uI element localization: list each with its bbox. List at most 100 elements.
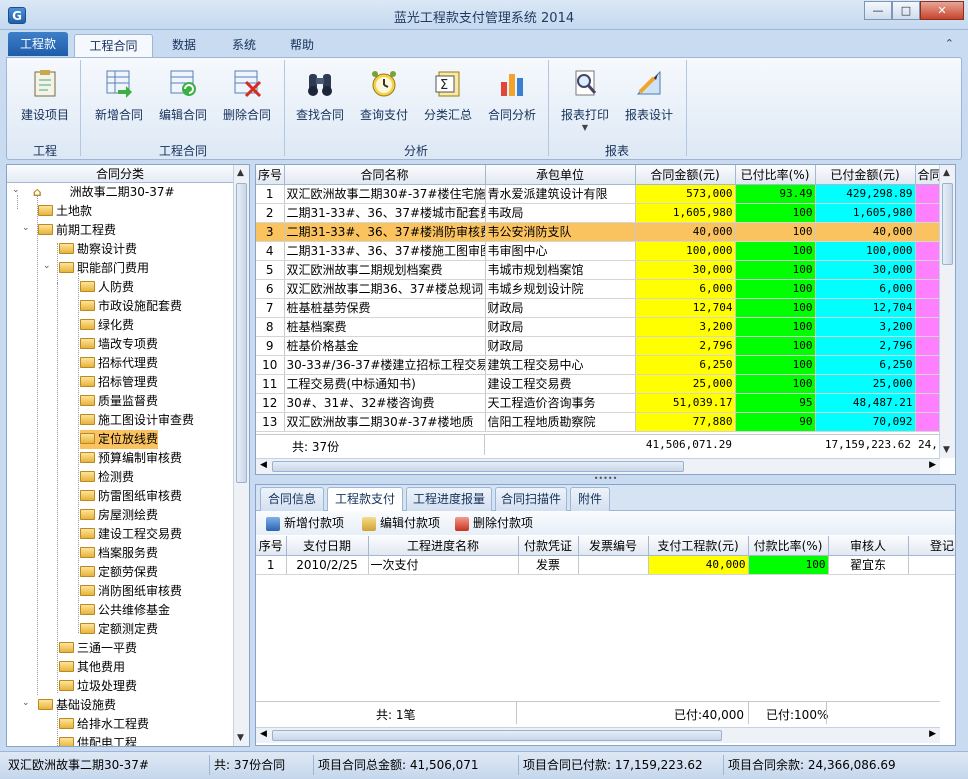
tree-node[interactable]: 基础设施费 bbox=[38, 696, 116, 715]
table-row[interactable]: 5 双汇欧洲故事二期规划档案费 韦城市规划档案馆 30,000 100 30,000 bbox=[256, 260, 941, 280]
table-cell[interactable]: 6,250 bbox=[815, 355, 916, 375]
tree-node[interactable]: 定额测定费 bbox=[80, 620, 158, 639]
tree-node[interactable]: 档案服务费 bbox=[80, 544, 158, 563]
table-cell[interactable]: 77,880 bbox=[635, 412, 736, 432]
table-cell[interactable]: 1,605,980 bbox=[815, 203, 916, 223]
column-header[interactable]: 审核人 bbox=[828, 536, 909, 556]
payments-h-scrollbar[interactable]: ◀ ▶ bbox=[256, 727, 940, 743]
tree-node[interactable]: 招标管理费 bbox=[80, 373, 158, 392]
table-row[interactable]: 1 2010/2/25 一次支付 发票 40,000 100 翟宜东 bbox=[256, 555, 955, 575]
table-cell[interactable] bbox=[915, 355, 941, 375]
delete-payment-button[interactable]: 删除付款项 bbox=[455, 514, 533, 532]
tab-scan[interactable]: 合同扫描件 bbox=[495, 487, 567, 511]
report-design-button[interactable]: 报表设计 bbox=[617, 64, 681, 134]
table-cell[interactable]: 翟宜东 bbox=[828, 555, 909, 575]
table-cell[interactable] bbox=[915, 374, 941, 394]
column-header[interactable]: 已付比率(%) bbox=[735, 165, 816, 185]
table-cell[interactable]: 二期31-33#、36、37#楼城市配套费 bbox=[284, 203, 486, 223]
column-header[interactable]: 已付金额(元) bbox=[815, 165, 916, 185]
column-header[interactable]: 付款凭证 bbox=[518, 536, 579, 556]
tree-node[interactable]: 质量监督费 bbox=[80, 392, 158, 411]
table-cell[interactable]: 韦城乡规划设计院 bbox=[485, 279, 636, 299]
table-cell[interactable]: 100 bbox=[735, 298, 816, 318]
column-header[interactable]: 支付工程款(元) bbox=[648, 536, 749, 556]
tree-node[interactable]: 预算编制审核费 bbox=[80, 449, 182, 468]
tree-node[interactable]: 消防图纸审核费 bbox=[80, 582, 182, 601]
grid-h-scrollbar[interactable]: ◀ ▶ bbox=[256, 458, 940, 474]
column-header[interactable]: 支付日期 bbox=[286, 536, 369, 556]
delete-contract-button[interactable]: 删除合同 bbox=[215, 64, 279, 134]
table-cell[interactable]: 2010/2/25 bbox=[286, 555, 369, 575]
table-cell[interactable]: 40,000 bbox=[635, 222, 736, 242]
table-cell[interactable]: 二期31-33#、36、37#楼施工图审图 bbox=[284, 241, 486, 261]
tree-node[interactable]: 建设工程交易费 bbox=[80, 525, 182, 544]
table-cell[interactable]: 25,000 bbox=[815, 374, 916, 394]
table-cell[interactable]: 48,487.21 bbox=[815, 393, 916, 413]
table-cell[interactable]: 100 bbox=[735, 203, 816, 223]
table-row[interactable]: 13 双汇欧洲故事二期30#-37#楼地质 信阳工程地质勘察院 77,880 90 70,… bbox=[256, 412, 941, 432]
table-cell[interactable]: 12,704 bbox=[635, 298, 736, 318]
tree-node[interactable]: 定位放线费 bbox=[80, 430, 159, 449]
tree-node[interactable]: 土地款 bbox=[38, 202, 92, 221]
table-cell[interactable]: 1 bbox=[256, 184, 285, 204]
build-project-button[interactable]: 建设项目 bbox=[13, 64, 77, 134]
table-cell[interactable]: 100,000 bbox=[635, 241, 736, 261]
table-cell[interactable]: 11 bbox=[256, 374, 285, 394]
collapse-icon[interactable]: ⌄ bbox=[12, 185, 20, 195]
table-cell[interactable]: 1,605,980 bbox=[635, 203, 736, 223]
tab-contract-info[interactable]: 合同信息 bbox=[260, 487, 324, 511]
table-cell[interactable]: 3,200 bbox=[815, 317, 916, 337]
column-header[interactable]: 序号 bbox=[256, 536, 287, 556]
table-cell[interactable] bbox=[915, 279, 941, 299]
collapse-icon[interactable]: ⌄ bbox=[22, 698, 30, 708]
table-cell[interactable]: 100 bbox=[748, 555, 829, 575]
tab-payment[interactable]: 工程款支付 bbox=[327, 487, 403, 512]
table-cell[interactable]: 25,000 bbox=[635, 374, 736, 394]
scroll-down-icon[interactable]: ▼ bbox=[943, 445, 950, 455]
table-cell[interactable]: 6,000 bbox=[635, 279, 736, 299]
table-cell[interactable]: 12,704 bbox=[815, 298, 916, 318]
table-cell[interactable]: 工程交易费(中标通知书) bbox=[284, 374, 486, 394]
tree-node[interactable]: 人防费 bbox=[80, 278, 134, 297]
tree-node[interactable]: 勘察设计费 bbox=[59, 240, 137, 259]
tree-node[interactable]: 前期工程费 bbox=[38, 221, 116, 240]
collapse-ribbon-icon[interactable]: ⌃ bbox=[945, 37, 954, 50]
table-cell[interactable] bbox=[915, 241, 941, 261]
collapse-icon[interactable]: ⌄ bbox=[43, 261, 51, 271]
summary-button[interactable]: Σ 分类汇总 bbox=[416, 64, 480, 134]
table-cell[interactable]: 财政局 bbox=[485, 336, 636, 356]
table-cell[interactable]: 财政局 bbox=[485, 317, 636, 337]
tree-node[interactable]: 三通一平费 bbox=[59, 639, 137, 658]
tab-contracts[interactable]: 工程合同 bbox=[74, 34, 153, 57]
table-cell[interactable] bbox=[578, 555, 649, 575]
scroll-up-icon[interactable]: ▲ bbox=[943, 168, 950, 178]
table-cell[interactable]: 2 bbox=[256, 203, 285, 223]
table-cell[interactable] bbox=[908, 555, 955, 575]
table-cell[interactable]: 40,000 bbox=[815, 222, 916, 242]
table-cell[interactable]: 100 bbox=[735, 355, 816, 375]
tab-attachment[interactable]: 附件 bbox=[570, 487, 610, 511]
table-cell[interactable]: 100,000 bbox=[815, 241, 916, 261]
table-cell[interactable]: 9 bbox=[256, 336, 285, 356]
table-cell[interactable]: 30,000 bbox=[815, 260, 916, 280]
table-row[interactable]: 10 30-33#/36-37#楼建立招标工程交易 建筑工程交易中心 6,250 100… bbox=[256, 355, 941, 375]
table-cell[interactable]: 10 bbox=[256, 355, 285, 375]
table-row[interactable]: 4 二期31-33#、36、37#楼施工图审图 韦审图中心 100,000 100 100… bbox=[256, 241, 941, 261]
table-row[interactable]: 7 桩基桩基劳保费 财政局 12,704 100 12,704 bbox=[256, 298, 941, 318]
tree-scrollbar[interactable]: ▲ ▼ bbox=[233, 165, 249, 746]
tree-node[interactable]: 垃圾处理费 bbox=[59, 677, 137, 696]
scroll-right-icon[interactable]: ▶ bbox=[929, 460, 936, 470]
table-cell[interactable]: 1 bbox=[256, 555, 287, 575]
close-button[interactable]: ✕ bbox=[920, 1, 964, 20]
table-cell[interactable]: 建筑工程交易中心 bbox=[485, 355, 636, 375]
edit-payment-button[interactable]: 编辑付款项 bbox=[362, 514, 440, 532]
column-header[interactable]: 登记 bbox=[908, 536, 955, 556]
table-cell[interactable]: 100 bbox=[735, 279, 816, 299]
column-header[interactable]: 承包单位 bbox=[485, 165, 636, 185]
table-cell[interactable]: 30-33#/36-37#楼建立招标工程交易 bbox=[284, 355, 486, 375]
table-cell[interactable]: 7 bbox=[256, 298, 285, 318]
tree-node[interactable]: 防雷图纸审核费 bbox=[80, 487, 182, 506]
scroll-left-icon[interactable]: ◀ bbox=[260, 729, 267, 739]
table-cell[interactable]: 6 bbox=[256, 279, 285, 299]
table-cell[interactable]: 30#、31#、32#楼咨询费 bbox=[284, 393, 486, 413]
